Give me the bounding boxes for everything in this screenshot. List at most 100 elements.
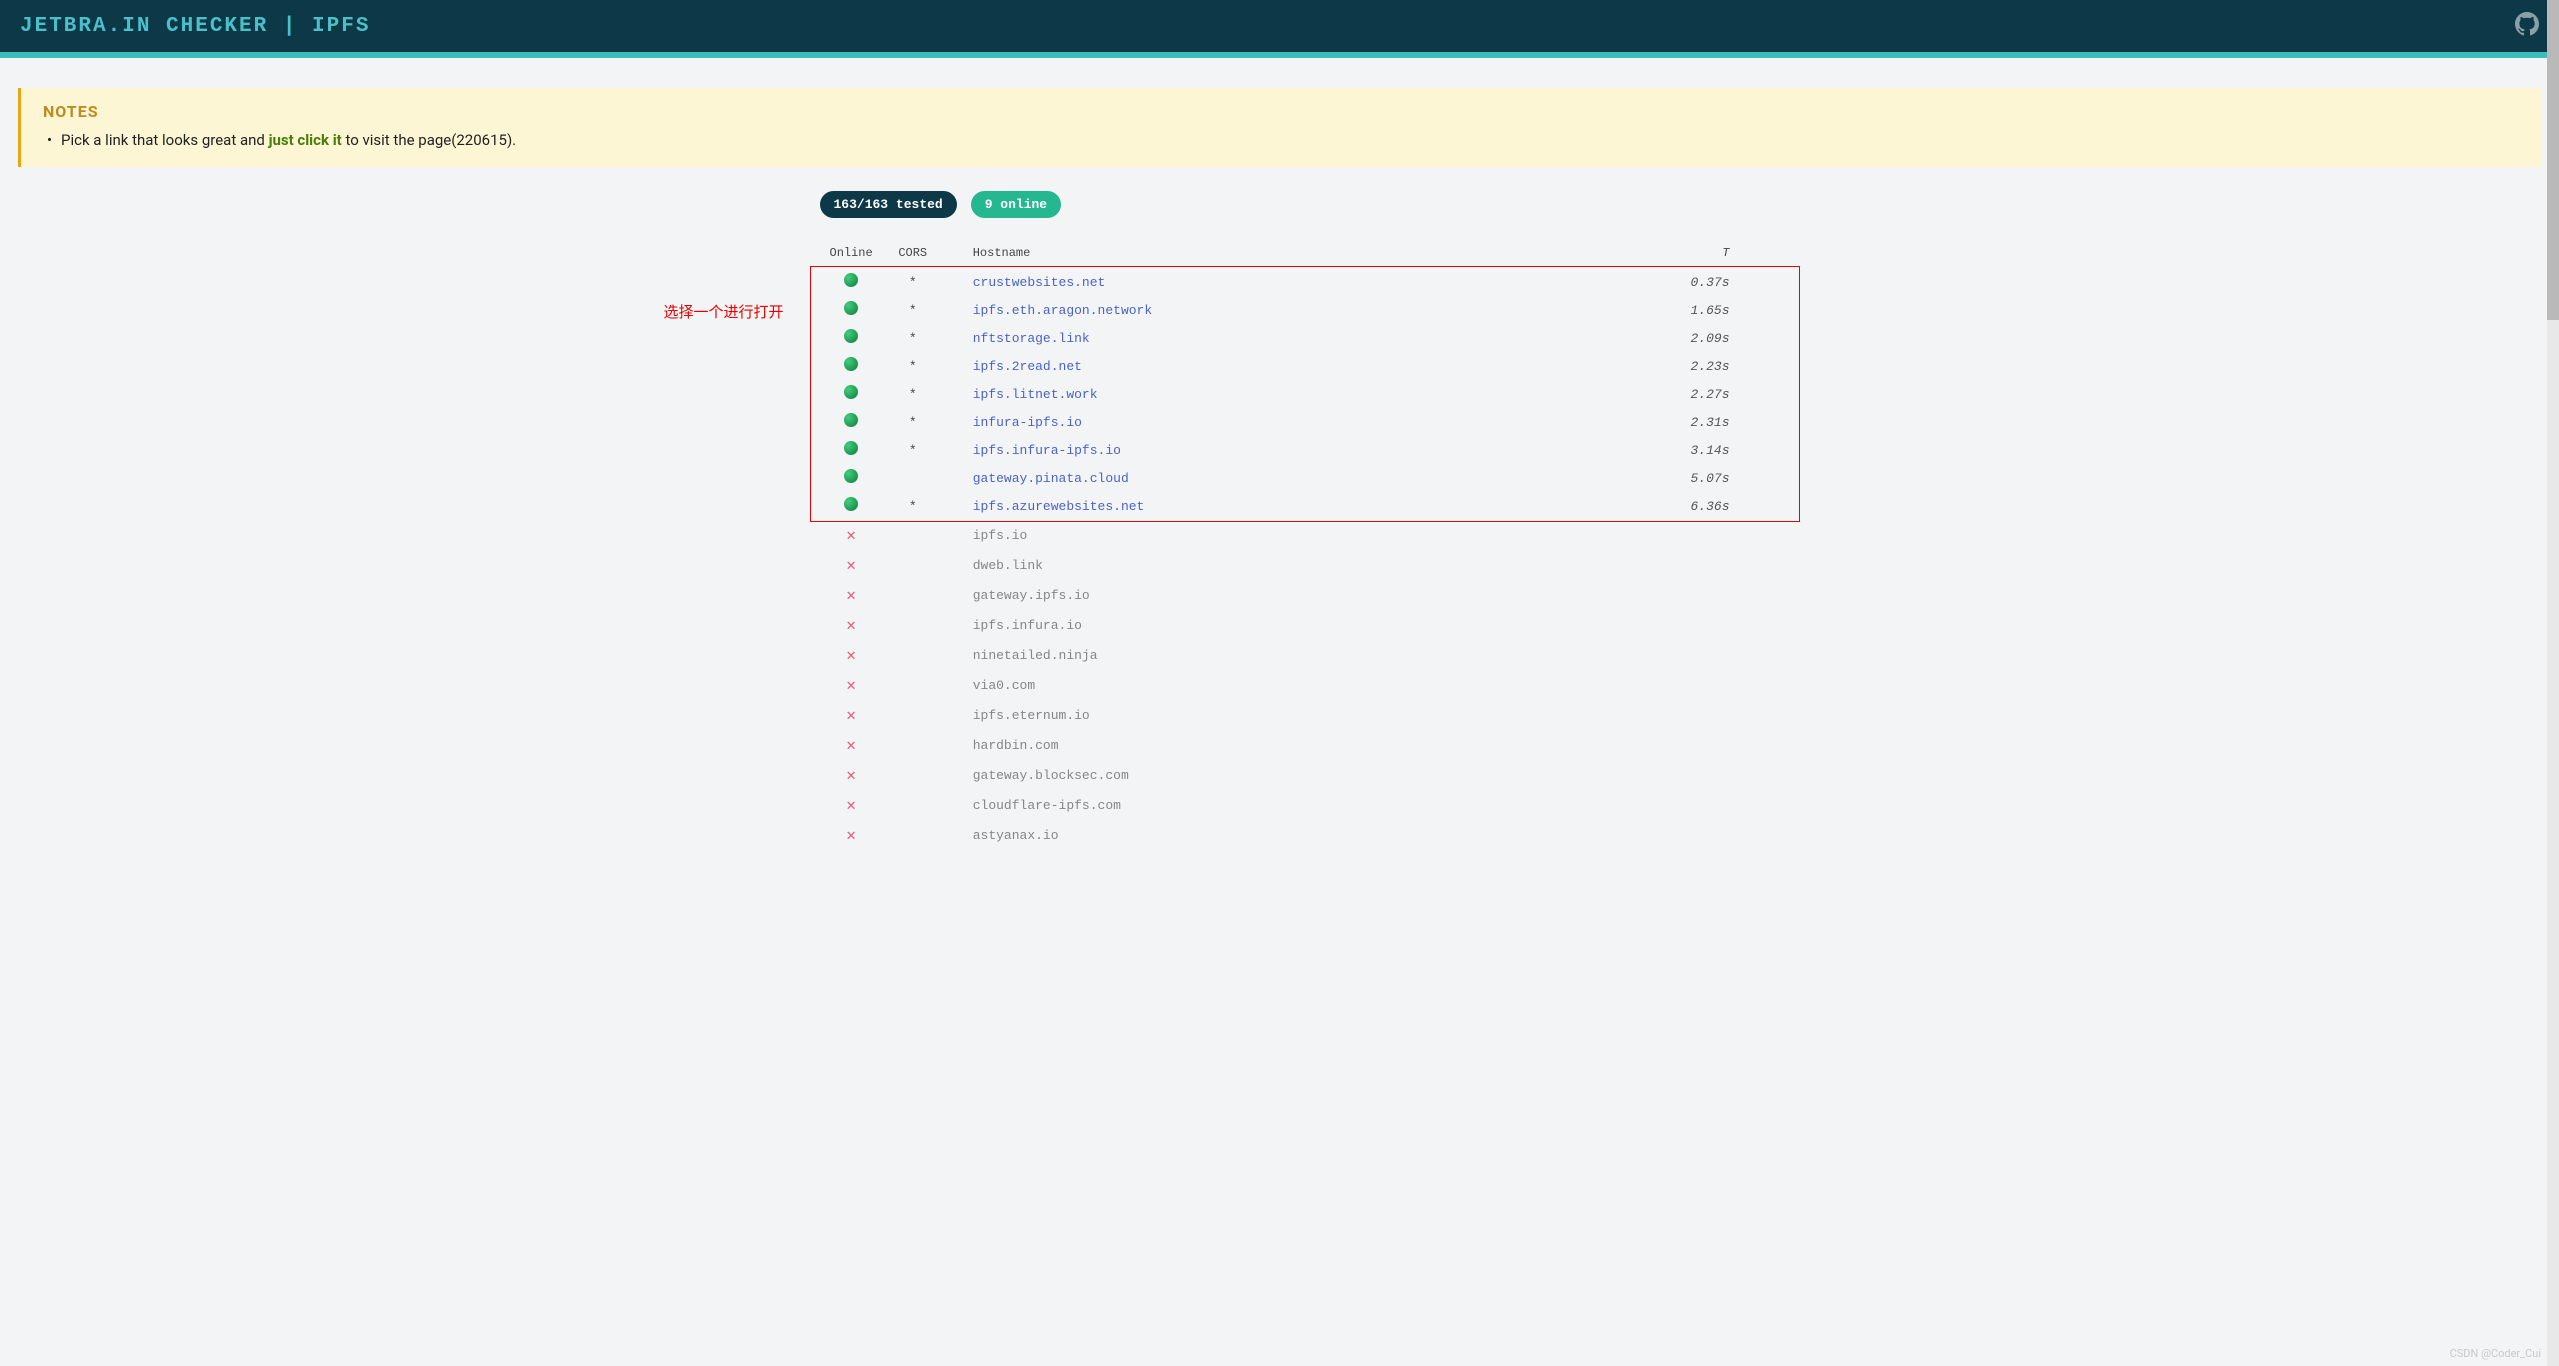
time-cell xyxy=(1650,670,1740,700)
cors-cell: * xyxy=(883,268,943,296)
scrollbar-thumb[interactable] xyxy=(2547,0,2559,320)
globe-icon xyxy=(844,413,858,427)
hostname-link[interactable]: ipfs.azurewebsites.net xyxy=(973,499,1145,514)
main-content: NOTES Pick a link that looks great and j… xyxy=(0,58,2559,880)
time-cell xyxy=(1650,760,1740,790)
table-row: ✕via0.com xyxy=(820,670,1740,700)
table-row: ✕ hardbin.com xyxy=(820,730,1740,760)
hostname-cell: ipfs.eternum.io xyxy=(943,700,1650,730)
hostname-cell: crustwebsites.net xyxy=(943,268,1650,296)
cors-cell: * xyxy=(883,352,943,380)
table-row[interactable]: *ipfs.eth.aragon.network1.65s xyxy=(820,296,1740,324)
hostname-cell: gateway.blocksec.com xyxy=(943,760,1650,790)
status-cell: ✕ xyxy=(820,610,883,640)
hostname-link[interactable]: nftstorage.link xyxy=(973,331,1090,346)
status-cell: ✕ xyxy=(820,520,883,550)
status-cell xyxy=(820,296,883,324)
cors-cell xyxy=(883,580,943,610)
hostname-link[interactable]: infura-ipfs.io xyxy=(973,415,1082,430)
notes-text-post: to visit the page(220615). xyxy=(342,131,516,149)
hostname-link[interactable]: gateway.pinata.cloud xyxy=(973,471,1129,486)
hostname-cell: ipfs.litnet.work xyxy=(943,380,1650,408)
table-row: ✕ipfs.io xyxy=(820,520,1740,550)
table-row: ✕ ipfs.infura.io xyxy=(820,610,1740,640)
hostname-cell: hardbin.com xyxy=(943,730,1650,760)
cors-cell xyxy=(883,790,943,820)
github-link[interactable] xyxy=(2515,12,2539,40)
cors-cell xyxy=(883,550,943,580)
hostname-link[interactable]: ipfs.infura-ipfs.io xyxy=(973,443,1121,458)
globe-icon xyxy=(844,469,858,483)
cors-cell: * xyxy=(883,436,943,464)
hostname-link[interactable]: ipfs.eth.aragon.network xyxy=(973,303,1152,318)
time-cell: 2.23s xyxy=(1650,352,1740,380)
cross-icon: ✕ xyxy=(846,707,856,725)
hostname-link[interactable]: crustwebsites.net xyxy=(973,275,1106,290)
col-online: Online xyxy=(820,238,883,268)
github-icon xyxy=(2515,12,2539,36)
table-row[interactable]: *ipfs.infura-ipfs.io3.14s xyxy=(820,436,1740,464)
header: JETBRA.IN CHECKER | IPFS xyxy=(0,0,2559,52)
status-cell: ✕ xyxy=(820,640,883,670)
page-title: JETBRA.IN CHECKER | IPFS xyxy=(20,15,370,38)
hostname-cell: gateway.pinata.cloud xyxy=(943,464,1650,492)
time-cell xyxy=(1650,790,1740,820)
cross-icon: ✕ xyxy=(846,767,856,785)
hostname-link[interactable]: ipfs.litnet.work xyxy=(973,387,1098,402)
annotation-label: 选择一个进行打开 xyxy=(664,301,784,322)
status-cell xyxy=(820,408,883,436)
time-cell xyxy=(1650,580,1740,610)
table-row[interactable]: *crustwebsites.net0.37s xyxy=(820,268,1740,296)
cors-cell: * xyxy=(883,380,943,408)
online-pill: 9 online xyxy=(971,191,1061,218)
hostname-cell: ipfs.2read.net xyxy=(943,352,1650,380)
table-row: ✕cloudflare-ipfs.com xyxy=(820,790,1740,820)
status-cell: ✕ xyxy=(820,700,883,730)
cors-cell xyxy=(883,464,943,492)
scrollbar[interactable] xyxy=(2547,0,2559,1366)
hostname-cell: gateway.ipfs.io xyxy=(943,580,1650,610)
globe-icon xyxy=(844,357,858,371)
table-row: ✕dweb.link xyxy=(820,550,1740,580)
globe-icon xyxy=(844,385,858,399)
status-cell: ✕ xyxy=(820,760,883,790)
table-row[interactable]: * ipfs.2read.net 2.23s xyxy=(820,352,1740,380)
hostname-cell: cloudflare-ipfs.com xyxy=(943,790,1650,820)
status-cell xyxy=(820,492,883,520)
globe-icon xyxy=(844,329,858,343)
table-row: ✕ ipfs.eternum.io xyxy=(820,700,1740,730)
notes-text-pre: Pick a link that looks great and xyxy=(61,131,269,149)
cross-icon: ✕ xyxy=(846,527,856,545)
table-row[interactable]: gateway.pinata.cloud5.07s xyxy=(820,464,1740,492)
status-cell: ✕ xyxy=(820,730,883,760)
cross-icon: ✕ xyxy=(846,827,856,845)
table-row[interactable]: *infura-ipfs.io2.31s xyxy=(820,408,1740,436)
globe-icon xyxy=(844,301,858,315)
cors-cell xyxy=(883,760,943,790)
cors-cell: * xyxy=(883,492,943,520)
time-cell: 2.27s xyxy=(1650,380,1740,408)
hostname-cell: dweb.link xyxy=(943,550,1650,580)
hostname-cell: ipfs.eth.aragon.network xyxy=(943,296,1650,324)
cors-cell xyxy=(883,820,943,850)
hostname-cell: infura-ipfs.io xyxy=(943,408,1650,436)
tested-pill: 163/163 tested xyxy=(820,191,957,218)
table-row[interactable]: * ipfs.litnet.work 2.27s xyxy=(820,380,1740,408)
watermark: CSDN @Coder_Cui xyxy=(2450,1347,2541,1360)
table-body: *crustwebsites.net0.37s*ipfs.eth.aragon.… xyxy=(820,268,1740,850)
notes-box: NOTES Pick a link that looks great and j… xyxy=(18,88,2541,167)
globe-icon xyxy=(844,273,858,287)
time-cell xyxy=(1650,820,1740,850)
hostname-cell: ipfs.azurewebsites.net xyxy=(943,492,1650,520)
status-cell xyxy=(820,324,883,352)
notes-title: NOTES xyxy=(43,102,2521,121)
cross-icon: ✕ xyxy=(846,647,856,665)
time-cell xyxy=(1650,730,1740,760)
table-row[interactable]: *ipfs.azurewebsites.net6.36s xyxy=(820,492,1740,520)
notes-text-bold: just click it xyxy=(269,131,342,149)
table-row[interactable]: *nftstorage.link2.09s xyxy=(820,324,1740,352)
cors-cell: * xyxy=(883,408,943,436)
hostname-link[interactable]: ipfs.2read.net xyxy=(973,359,1082,374)
col-cors: CORS xyxy=(883,238,943,268)
hostname-cell: ipfs.infura.io xyxy=(943,610,1650,640)
